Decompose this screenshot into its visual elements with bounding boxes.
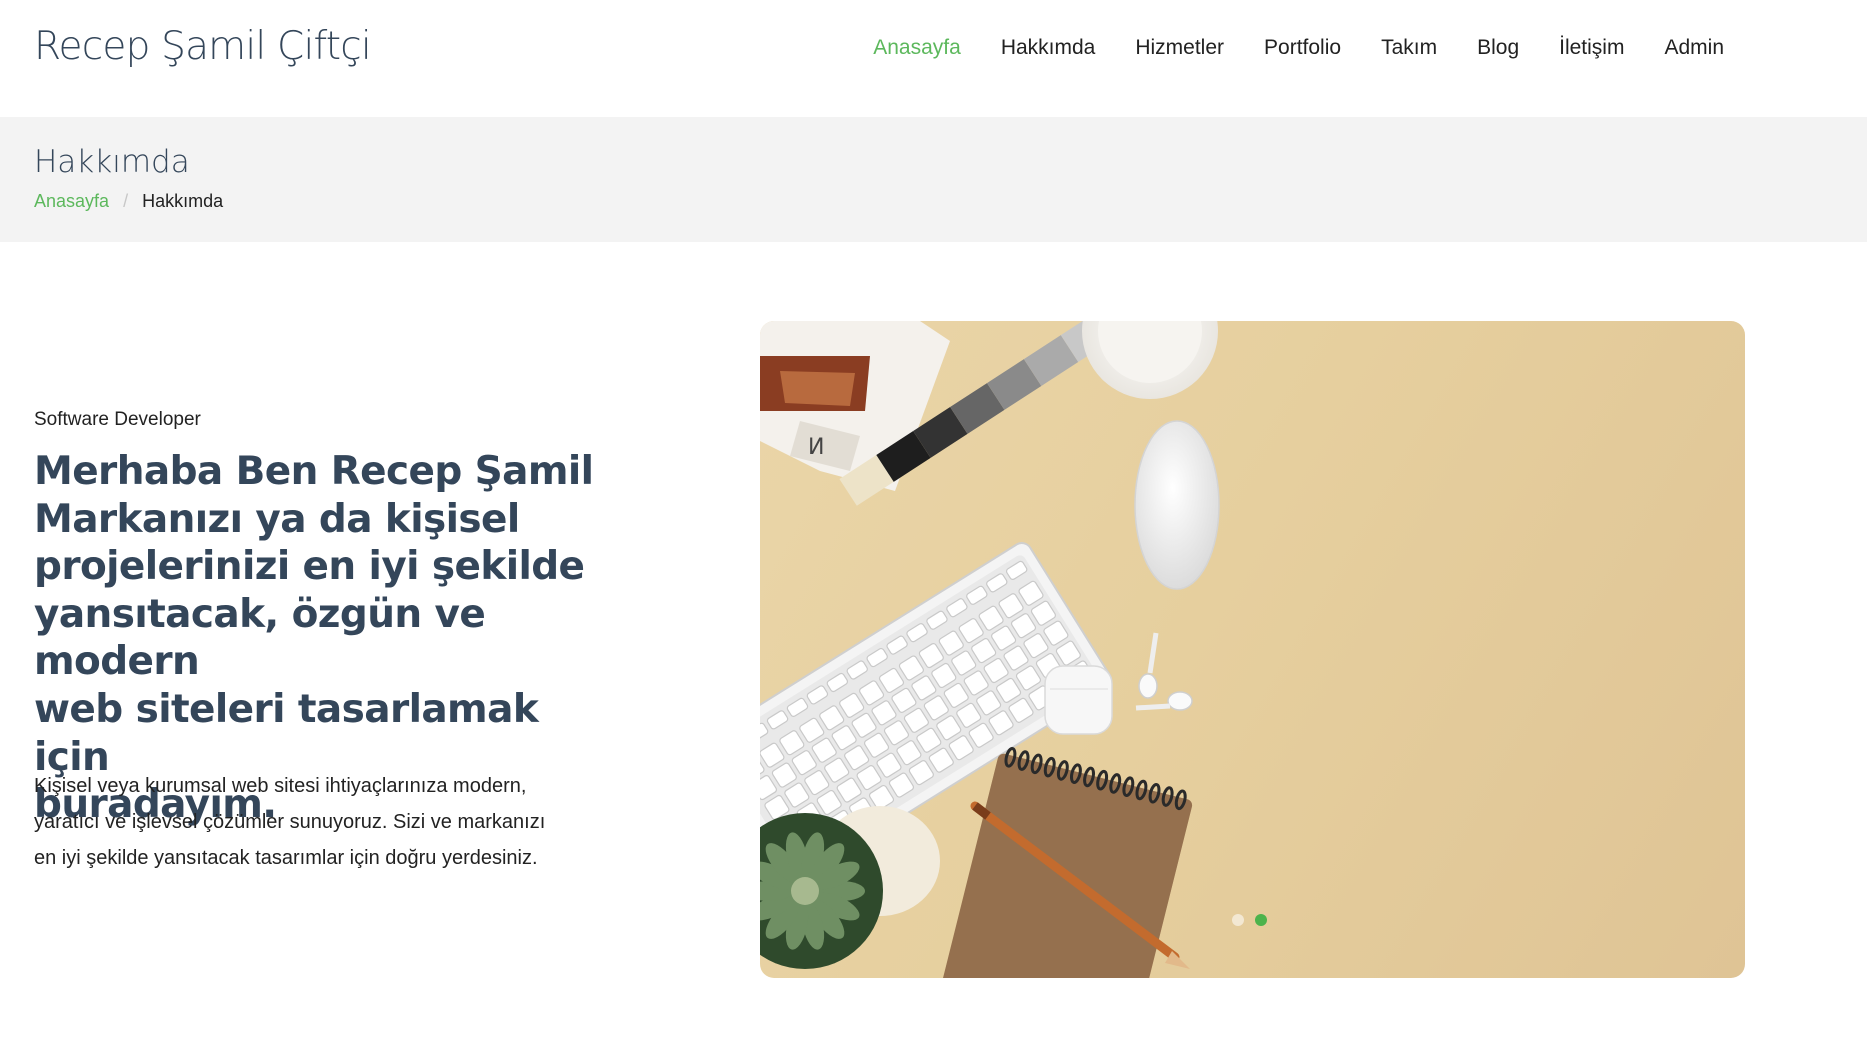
brand-logo[interactable]: Recep Şamil Çiftçi [34,24,372,69]
site-header: Recep Şamil Çiftçi Anasayfa Hakkımda Hiz… [0,0,1867,117]
about-lead-paragraph: Kişisel veya kurumsal web sitesi ihtiyaç… [34,768,579,876]
carousel-dot-2[interactable] [1255,914,1267,926]
nav-item-blog[interactable]: Blog [1457,36,1539,60]
breadcrumb-current: Hakkımda [142,191,224,211]
earbuds-case-graphic [1044,665,1113,735]
lead-line: Kişisel veya kurumsal web sitesi ihtiyaç… [34,775,527,797]
nav-item-hizmetler[interactable]: Hizmetler [1115,36,1244,60]
nav-item-hakkimda[interactable]: Hakkımda [981,36,1116,60]
hero-carousel[interactable]: И [760,321,1745,978]
about-eyebrow: Software Developer [34,409,201,430]
desk-flatlay-image: И [760,321,1220,978]
page-header-band [0,117,1867,242]
lead-line: yaratıcı ve işlevsel çözümler sunuyoruz.… [34,811,546,833]
lead-line: en iyi şekilde yansıtacak tasarımlar içi… [34,847,538,869]
nav-item-admin[interactable]: Admin [1644,36,1744,60]
breadcrumb: Anasayfa / Hakkımda [34,191,223,212]
nav-item-portfolio[interactable]: Portfolio [1244,36,1361,60]
nav-item-anasayfa[interactable]: Anasayfa [853,36,981,60]
headline-line: Merhaba Ben Recep Şamil [34,449,594,494]
breadcrumb-home-link[interactable]: Anasayfa [34,191,109,212]
svg-text:И: И [808,435,824,460]
succulent-plant-graphic [760,806,940,969]
magazine-graphic: И [760,321,950,491]
breadcrumb-separator: / [123,191,129,211]
headline-line: projelerinizi en iyi şekilde [34,544,585,590]
carousel-indicators [1232,914,1267,926]
page-title: Hakkımda [34,144,190,180]
nav-item-iletisim[interactable]: İletişim [1539,36,1644,60]
nav-item-takim[interactable]: Takım [1361,36,1457,60]
main-nav: Anasayfa Hakkımda Hizmetler Portfolio Ta… [853,36,1744,60]
mouse-graphic [1134,420,1220,590]
headline-line: Markanızı ya da kişisel [34,496,520,542]
earbuds-graphic [1135,632,1193,711]
headline-line: yansıtacak, özgün ve modern [34,591,486,685]
carousel-dot-1[interactable] [1232,914,1244,926]
headline-line: web siteleri tasarlamak için [34,686,539,780]
